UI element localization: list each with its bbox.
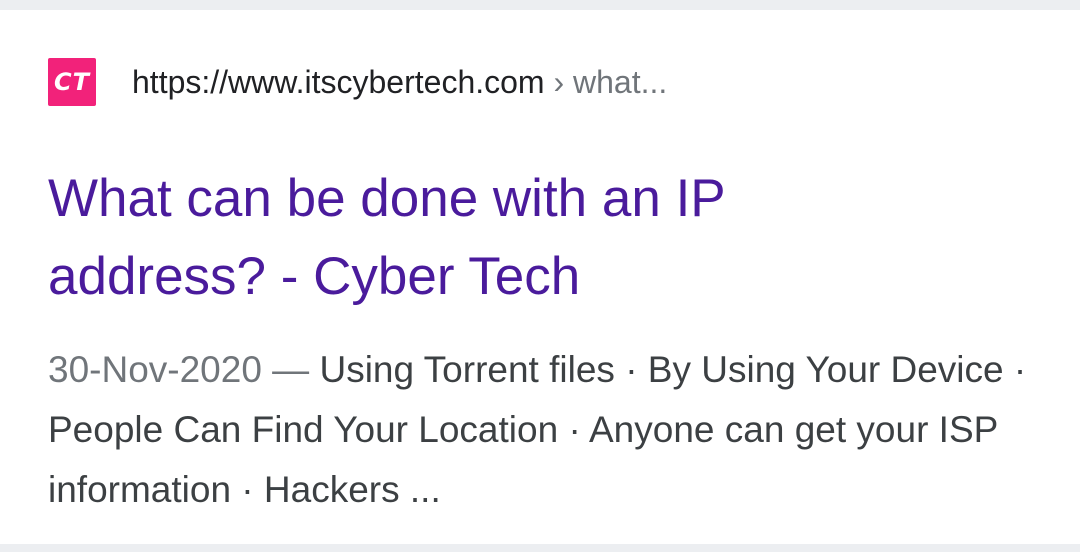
snippet-separator: — <box>261 349 320 390</box>
result-snippet: 30-Nov-2020 — Using Torrent files · By U… <box>48 340 1038 520</box>
result-url[interactable]: https://www.itscybertech.com › what... <box>132 64 667 101</box>
result-title-link[interactable]: What can be done with an IP address? - C… <box>48 160 948 316</box>
search-result-card: CT https://www.itscybertech.com › what..… <box>0 10 1080 544</box>
site-favicon-icon: CT <box>48 58 96 106</box>
result-source[interactable]: CT https://www.itscybertech.com › what..… <box>48 57 667 107</box>
result-url-domain: https://www.itscybertech.com <box>132 63 545 100</box>
result-date: 30-Nov-2020 <box>48 349 262 390</box>
result-url-breadcrumb: › what... <box>544 63 668 100</box>
